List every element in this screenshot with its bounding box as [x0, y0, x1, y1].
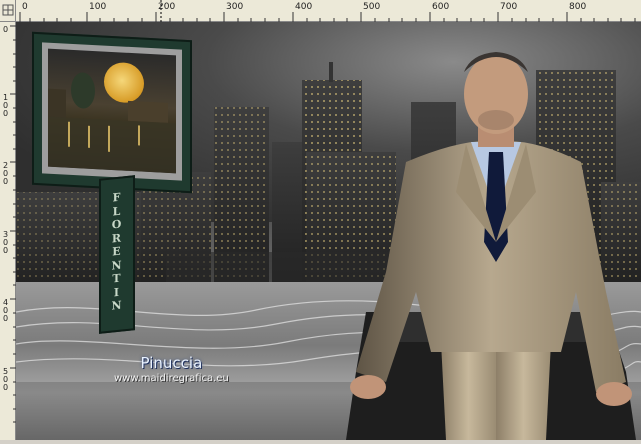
ruler-label-0: 0 — [22, 2, 28, 12]
vruler-label-400: 4 0 0 — [3, 298, 9, 323]
billboard-night-photo — [48, 48, 176, 174]
billboard-frame — [32, 31, 192, 194]
ruler-label-800: 800 — [569, 2, 587, 12]
vruler-label-0: 0 — [3, 25, 9, 34]
ruler-label-500: 500 — [363, 2, 381, 12]
ruler-label-600: 600 — [432, 2, 450, 12]
billboard-pole: FLORENTIN — [99, 175, 135, 334]
ruler-origin-icon — [2, 4, 14, 16]
vruler-label-500: 5 0 0 — [3, 367, 9, 392]
man-in-suit — [346, 52, 636, 440]
billboard-panel — [42, 42, 182, 181]
ruler-corner[interactable] — [0, 0, 16, 22]
pole-label: FLORENTIN — [101, 189, 133, 314]
ruler-label-300: 300 — [226, 2, 244, 12]
watermark: Pinuccia www.maidiregrafica.eu — [114, 354, 229, 384]
watermark-name: Pinuccia — [140, 354, 203, 372]
watermark-url: www.maidiregrafica.eu — [114, 373, 229, 384]
ruler-label-100: 100 — [89, 2, 107, 12]
vertical-ruler[interactable]: 0 1 0 0 2 0 0 3 0 0 4 0 0 5 0 0 — [0, 22, 16, 440]
ruler-label-200: 200 — [158, 2, 176, 12]
vruler-label-100: 1 0 0 — [3, 93, 9, 118]
vruler-label-200: 2 0 0 — [3, 161, 9, 186]
ruler-label-700: 700 — [500, 2, 518, 12]
image-canvas[interactable]: FLORENTIN Pinuccia www.maidiregrafica.eu — [16, 22, 641, 440]
vruler-label-300: 3 0 0 — [3, 230, 9, 255]
pole-label-text: FLORENTIN — [111, 190, 123, 313]
ruler-label-400: 400 — [295, 2, 313, 12]
billboard-sign — [32, 31, 192, 194]
horizontal-ruler[interactable]: 0 100 200 300 400 500 600 700 800 — [0, 0, 641, 22]
